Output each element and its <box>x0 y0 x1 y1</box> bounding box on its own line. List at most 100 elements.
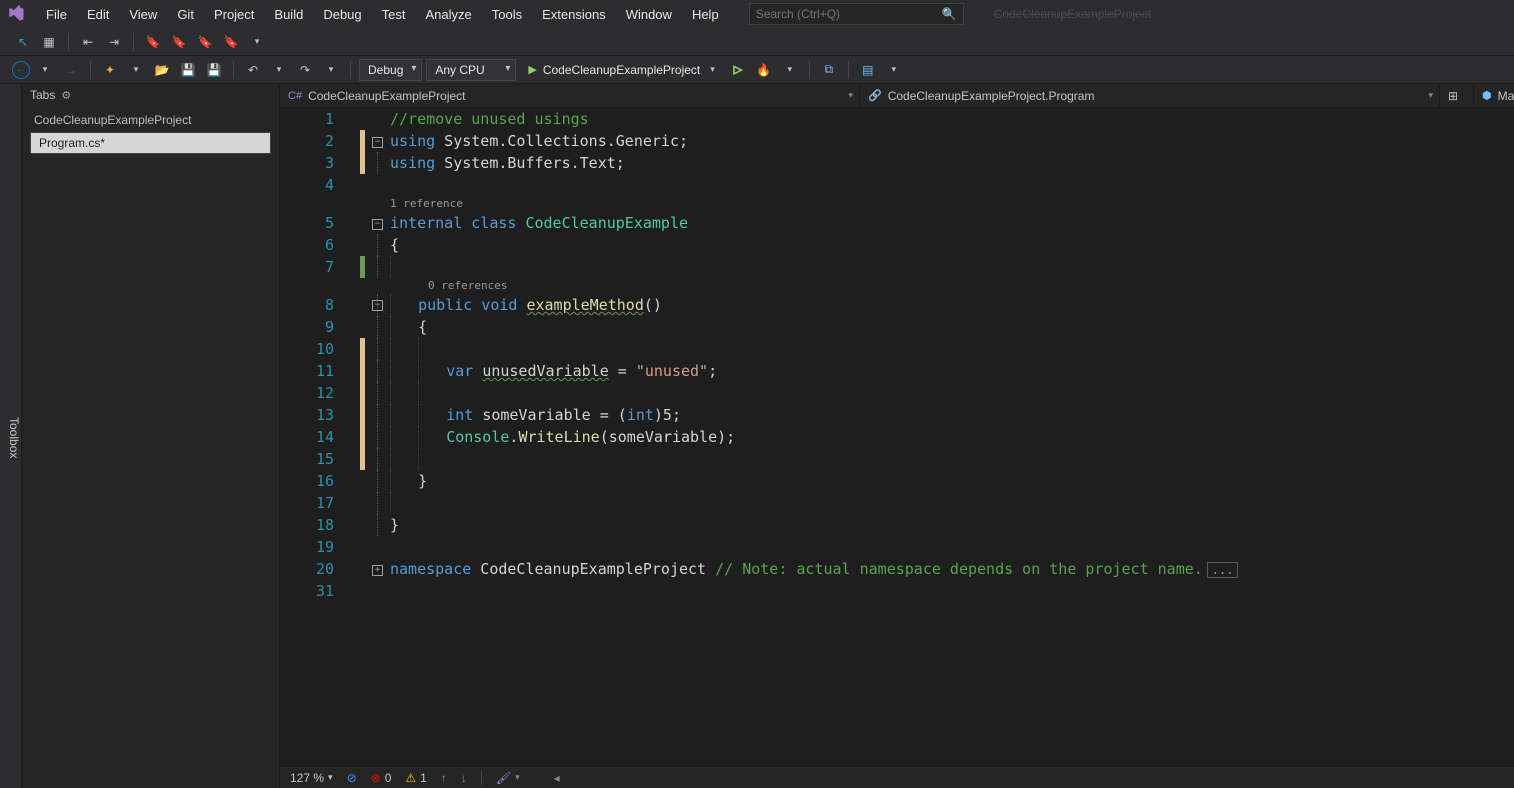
open-icon[interactable]: 📂 <box>151 59 173 81</box>
new-project-icon[interactable]: ✦ <box>99 59 121 81</box>
menu-debug[interactable]: Debug <box>313 3 371 26</box>
no-issues-icon[interactable]: ⊘ <box>347 771 357 785</box>
sidebar-file-active[interactable]: Program.cs* <box>30 132 271 154</box>
codelens-class[interactable]: 1 reference <box>390 196 1514 212</box>
menu-help[interactable]: Help <box>682 3 729 26</box>
warning-number: 1 <box>420 771 427 785</box>
code-var: unusedVariable <box>482 362 608 380</box>
save-all-icon[interactable]: 💾 <box>203 59 225 81</box>
menu-window[interactable]: Window <box>616 3 682 26</box>
line-num: 6 <box>280 234 334 256</box>
menu-analyze[interactable]: Analyze <box>415 3 481 26</box>
class-icon: 🔗 <box>868 89 882 102</box>
code-kw: namespace <box>390 560 471 578</box>
quick-search-input[interactable] <box>756 7 936 21</box>
warning-icon: ⚠ <box>405 771 416 785</box>
fold-plus-icon[interactable]: + <box>372 565 383 576</box>
line-num: 15 <box>280 448 334 470</box>
solution-platform-dropdown[interactable]: Any CPU <box>426 59 516 81</box>
quick-search[interactable]: 🔍 <box>749 3 964 25</box>
breadcrumb-class[interactable]: 🔗 CodeCleanupExampleProject.Program <box>860 84 1440 107</box>
codelens-method[interactable]: 0 references <box>390 278 1514 294</box>
line-num: 3 <box>280 152 334 174</box>
start-nodebug-icon[interactable]: ▷ <box>727 59 749 81</box>
indent-less-icon[interactable]: ⇤ <box>77 31 99 53</box>
code-brace: { <box>418 318 427 336</box>
menu-build[interactable]: Build <box>264 3 313 26</box>
code-cleanup-icon[interactable]: 🖌 ▾ <box>496 771 520 785</box>
breadcrumb-split[interactable]: ⊞ <box>1440 84 1474 107</box>
start-debug-button[interactable]: ▶ CodeCleanupExampleProject <box>520 59 722 81</box>
undo-dropdown[interactable]: ▾ <box>268 59 290 81</box>
redo-icon[interactable]: ↷ <box>294 59 316 81</box>
code-editor[interactable]: 1 2 3 4 5 6 7 8 9 10 11 12 13 14 15 16 1… <box>280 108 1514 788</box>
nav-back-icon[interactable]: ← <box>12 61 30 79</box>
pointer-icon[interactable]: ↖ <box>12 31 34 53</box>
line-num: 19 <box>280 536 334 558</box>
zoom-level[interactable]: 127 % ▾ <box>290 771 333 785</box>
change-margin <box>350 108 372 788</box>
bookmark-clear-icon[interactable]: 🔖 <box>220 31 242 53</box>
save-icon[interactable]: 💾 <box>177 59 199 81</box>
scroll-left-icon[interactable]: ◂ <box>554 771 560 785</box>
breadcrumb-right-label: Ma <box>1498 89 1514 103</box>
menu-edit[interactable]: Edit <box>77 3 119 26</box>
chevron-down-icon[interactable]: ▾ <box>883 59 905 81</box>
nav-up-icon[interactable]: ↑ <box>441 771 447 785</box>
sidebar-project[interactable]: CodeCleanupExampleProject <box>30 110 271 130</box>
menu-extensions[interactable]: Extensions <box>532 3 616 26</box>
code-string: "unused" <box>636 362 708 380</box>
hot-reload-icon[interactable]: 🔥 <box>753 59 775 81</box>
fold-minus-icon[interactable]: − <box>372 137 383 148</box>
code-body[interactable]: //remove unused usings using System.Coll… <box>386 108 1514 788</box>
fold-minus-icon[interactable]: − <box>372 300 383 311</box>
title-partial: CodeCleanupExampleProject <box>994 7 1151 21</box>
line-num: 10 <box>280 338 334 360</box>
nav-down-icon[interactable]: ↓ <box>461 771 467 785</box>
code-text: CodeCleanupExampleProject <box>471 560 715 578</box>
window-icon[interactable]: ▤ <box>857 59 879 81</box>
nav-back-dropdown[interactable]: ▾ <box>34 59 56 81</box>
line-num: 8 <box>280 294 334 316</box>
menu-tools[interactable]: Tools <box>482 3 532 26</box>
menu-file[interactable]: File <box>36 3 77 26</box>
gear-icon[interactable]: ⚙ <box>61 89 71 102</box>
breadcrumb-project[interactable]: C# CodeCleanupExampleProject <box>280 84 860 107</box>
fold-ellipsis[interactable]: ... <box>1207 562 1239 578</box>
menu-view[interactable]: View <box>119 3 167 26</box>
line-num: 16 <box>280 470 334 492</box>
warning-count[interactable]: ⚠ 1 <box>405 771 426 785</box>
bookmark-next-icon[interactable]: 🔖 <box>194 31 216 53</box>
line-num: 2 <box>280 130 334 152</box>
csharp-icon: C# <box>288 90 302 102</box>
line-num: 31 <box>280 580 334 602</box>
menu-project[interactable]: Project <box>204 3 264 26</box>
line-num: 12 <box>280 382 334 404</box>
bookmark-prev-icon[interactable]: 🔖 <box>168 31 190 53</box>
chevron-down-icon[interactable]: ▾ <box>125 59 147 81</box>
solution-config-dropdown[interactable]: Debug <box>359 59 422 81</box>
toolbox-icon[interactable]: ▦ <box>38 31 60 53</box>
breadcrumb-right[interactable]: ⬢ Ma <box>1474 84 1514 107</box>
fold-minus-icon[interactable]: − <box>372 219 383 230</box>
chevron-down-icon[interactable]: ▾ <box>246 31 268 53</box>
code-kw: using <box>390 132 435 150</box>
chevron-down-icon[interactable]: ▾ <box>779 59 801 81</box>
browser-icon[interactable]: ⧉ <box>818 59 840 81</box>
separator <box>90 61 91 79</box>
menu-git[interactable]: Git <box>167 3 204 26</box>
indent-more-icon[interactable]: ⇥ <box>103 31 125 53</box>
error-count[interactable]: ⊗ 0 <box>371 771 392 785</box>
editor-area: C# CodeCleanupExampleProject 🔗 CodeClean… <box>280 84 1514 788</box>
error-icon: ⊗ <box>371 771 381 785</box>
breadcrumb-bar: C# CodeCleanupExampleProject 🔗 CodeClean… <box>280 84 1514 108</box>
toolbox-strip[interactable]: Toolbox <box>0 84 22 788</box>
bookmark-icon[interactable]: 🔖 <box>142 31 164 53</box>
nav-fwd-icon[interactable]: → <box>60 59 82 81</box>
undo-icon[interactable]: ↶ <box>242 59 264 81</box>
line-num: 13 <box>280 404 334 426</box>
code-method: exampleMethod <box>526 296 643 314</box>
code-brace: } <box>390 516 399 534</box>
redo-dropdown[interactable]: ▾ <box>320 59 342 81</box>
menu-test[interactable]: Test <box>372 3 416 26</box>
